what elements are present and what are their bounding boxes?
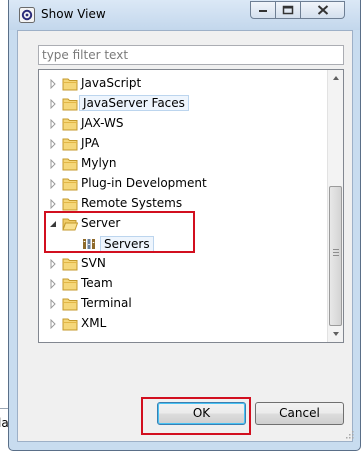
tree-item-javaserver-faces[interactable]: JavaServer Faces [39, 94, 327, 114]
folder-icon [62, 98, 78, 111]
tree-item-javascript[interactable]: JavaScript [39, 74, 327, 94]
folder-icon [62, 258, 78, 271]
collapsed-arrow-icon[interactable] [48, 119, 58, 129]
close-button[interactable] [301, 1, 345, 19]
tree-item-label: Plug-in Development [81, 176, 207, 190]
tree-item-terminal[interactable]: Terminal [39, 294, 327, 314]
tree-item-label: Mylyn [81, 156, 117, 170]
folder-icon [62, 118, 78, 131]
folder-icon [62, 278, 78, 291]
grip-icon [333, 249, 339, 256]
folder-icon [62, 298, 78, 311]
tree-item-xml[interactable]: XML [39, 314, 327, 334]
tree-item-label: XML [81, 316, 107, 330]
collapsed-arrow-icon[interactable] [48, 279, 58, 289]
collapsed-arrow-icon[interactable] [48, 199, 58, 209]
minimize-icon [259, 10, 267, 12]
tree-item-label: JavaScript [81, 76, 142, 90]
eclipse-icon [19, 7, 35, 23]
filter-field[interactable] [38, 45, 344, 65]
minimize-button[interactable] [250, 1, 276, 19]
scroll-down-icon[interactable] [328, 325, 344, 342]
folder-icon [62, 318, 78, 331]
close-icon [317, 5, 328, 15]
server-highlight-box [44, 211, 195, 253]
tree-item-label: Remote Systems [81, 196, 183, 210]
folder-icon [62, 158, 78, 171]
show-view-dialog: Show View JavaScript JavaServer Faces [8, 0, 361, 451]
tree-item-jpa[interactable]: JPA [39, 134, 327, 154]
tree-item-label: JavaServer Faces [79, 95, 189, 111]
collapsed-arrow-icon[interactable] [48, 139, 58, 149]
dialog-body: JavaScript JavaServer Faces JAX-WS JPA M [17, 30, 354, 442]
title-bar[interactable]: Show View [9, 0, 360, 30]
tree-item-label: SVN [81, 256, 106, 270]
tree-item-label: JAX-WS [81, 116, 124, 130]
collapsed-arrow-icon[interactable] [48, 319, 58, 329]
collapsed-arrow-icon[interactable] [48, 99, 58, 109]
collapsed-arrow-icon[interactable] [48, 79, 58, 89]
resize-grip-icon[interactable] [346, 431, 354, 439]
tree-item-label: JPA [81, 136, 100, 150]
cancel-button[interactable]: Cancel [255, 402, 344, 425]
tree-item-team[interactable]: Team [39, 274, 327, 294]
scroll-up-icon[interactable] [328, 70, 344, 87]
collapsed-arrow-icon[interactable] [48, 299, 58, 309]
tree-item-svn[interactable]: SVN [39, 254, 327, 274]
collapsed-arrow-icon[interactable] [48, 179, 58, 189]
folder-icon [62, 78, 78, 91]
tree-item-label: Team [81, 276, 113, 290]
vertical-scrollbar[interactable] [327, 70, 343, 342]
ok-highlight-box [141, 397, 251, 435]
folder-icon [62, 178, 78, 191]
tree-item-jax-ws[interactable]: JAX-WS [39, 114, 327, 134]
maximize-icon [282, 5, 294, 15]
collapsed-arrow-icon[interactable] [48, 159, 58, 169]
tree-item-mylyn[interactable]: Mylyn [39, 154, 327, 174]
folder-icon [62, 198, 78, 211]
tree-item-label: Terminal [81, 296, 132, 310]
filter-input[interactable] [42, 48, 340, 62]
window-title: Show View [41, 7, 106, 21]
scroll-thumb[interactable] [329, 186, 342, 326]
maximize-button[interactable] [276, 1, 301, 19]
collapsed-arrow-icon[interactable] [48, 259, 58, 269]
view-tree[interactable]: JavaScript JavaServer Faces JAX-WS JPA M [38, 69, 344, 343]
tree-item-plug-in-development[interactable]: Plug-in Development [39, 174, 327, 194]
folder-icon [62, 138, 78, 151]
